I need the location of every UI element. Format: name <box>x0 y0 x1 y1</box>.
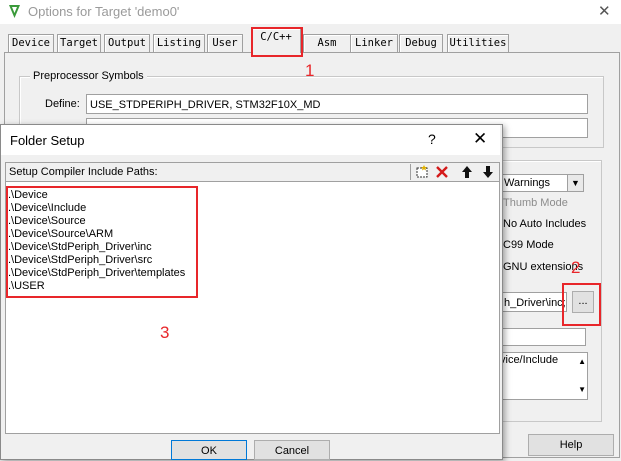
compiler-string-box: vice/Include ▲ ▼ <box>496 352 588 400</box>
annotation-box-3 <box>6 186 198 298</box>
tab-utilities[interactable]: Utilities <box>447 34 509 52</box>
tab-asm[interactable]: Asm <box>303 34 351 52</box>
tab-device[interactable]: Device <box>8 34 54 52</box>
annotation-box-1 <box>251 27 303 57</box>
annotation-box-2 <box>562 283 601 326</box>
scroll-down-icon[interactable]: ▼ <box>578 383 586 397</box>
define-input[interactable]: USE_STDPERIPH_DRIVER, STM32F10X_MD <box>86 94 588 114</box>
ok-button[interactable]: OK <box>171 440 247 460</box>
scroll-up-icon[interactable]: ▲ <box>578 355 586 369</box>
warnings-select[interactable]: Warnings ▼ <box>500 174 584 192</box>
options-window-title: Options for Target 'demo0' <box>28 4 180 19</box>
move-up-icon[interactable] <box>459 164 475 180</box>
include-paths-input[interactable]: h_Driver\inc; <box>500 292 567 312</box>
help-icon[interactable]: ? <box>428 131 436 147</box>
tab-target[interactable]: Target <box>57 34 101 52</box>
move-down-icon[interactable] <box>480 164 496 180</box>
folder-setup-title: Folder Setup <box>10 133 85 148</box>
include-paths-list-title: Setup Compiler Include Paths: <box>9 166 158 178</box>
help-button[interactable]: Help <box>528 434 614 456</box>
tab-user[interactable]: User <box>207 34 243 52</box>
define-label: Define: <box>45 98 80 110</box>
misc-controls-input[interactable] <box>500 328 586 346</box>
delete-icon[interactable] <box>434 164 450 180</box>
c99-mode-label: C99 Mode <box>503 239 554 251</box>
options-window-close-icon[interactable]: ✕ <box>598 2 611 20</box>
no-auto-includes-label: No Auto Includes <box>503 218 587 230</box>
toolbar-separator <box>410 164 411 180</box>
compiler-string-text: vice/Include <box>500 354 559 366</box>
annotation-number-3: 3 <box>160 323 170 342</box>
tab-linker[interactable]: Linker <box>350 34 398 52</box>
tab-debug[interactable]: Debug <box>399 34 443 52</box>
new-folder-icon[interactable] <box>414 164 430 180</box>
thumb-mode-label: Thumb Mode <box>503 197 568 209</box>
folder-setup-close-icon[interactable]: ✕ <box>473 129 487 149</box>
warnings-value: Warnings <box>504 177 551 189</box>
annotation-number-2: 2 <box>571 258 581 277</box>
tab-listing[interactable]: Listing <box>153 34 205 52</box>
keil-app-icon <box>9 5 20 18</box>
chevron-down-icon: ▼ <box>567 175 583 191</box>
preprocessor-group-title: Preprocessor Symbols <box>30 70 147 82</box>
cancel-button[interactable]: Cancel <box>254 440 330 460</box>
tab-output[interactable]: Output <box>104 34 150 52</box>
